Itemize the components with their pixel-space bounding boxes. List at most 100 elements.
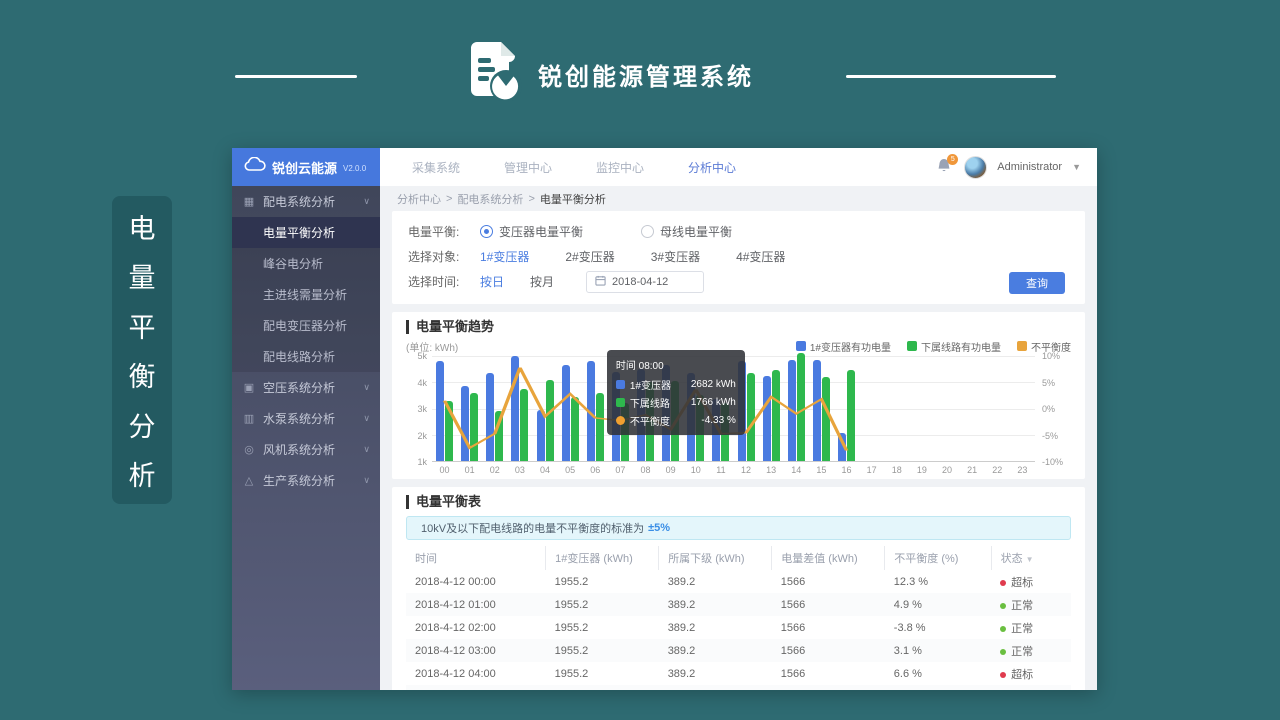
fan-icon: ◎ xyxy=(242,443,256,456)
object-chip-3#变压器[interactable]: 3#变压器 xyxy=(651,248,700,265)
nav-item-监控中心[interactable]: 监控中心 xyxy=(596,159,644,176)
sidebar-item-配电线路分析[interactable]: 配电线路分析 xyxy=(232,341,380,372)
nav-item-采集系统[interactable]: 采集系统 xyxy=(412,159,460,176)
time-mode-按月[interactable]: 按月 xyxy=(530,273,554,290)
table-card: 电量平衡表 10kV及以下配电线路的电量不平衡度的标准为 ±5% 时间1#变压器… xyxy=(392,487,1085,690)
time-mode-group: 按日 按月 xyxy=(480,273,580,290)
column-header-时间: 时间 xyxy=(406,546,546,570)
object-chip-2#变压器[interactable]: 2#变压器 xyxy=(565,248,614,265)
notice-text: 10kV及以下配电线路的电量不平衡度的标准为 xyxy=(421,520,644,536)
column-header-不平衡度 (%): 不平衡度 (%) xyxy=(885,546,991,570)
sidebar-group-空压系统分析[interactable]: ▣空压系统分析∨ xyxy=(232,372,380,403)
sidebar-group-水泵系统分析[interactable]: ▥水泵系统分析∨ xyxy=(232,403,380,434)
distribution-icon: ▦ xyxy=(242,195,256,208)
status-dot-icon xyxy=(1000,603,1006,609)
notice-value: ±5% xyxy=(648,522,670,534)
chart-plot-area[interactable]: 时间 08:00 1#变压器2682 kWh下属线路1766 kWh不平衡度-4… xyxy=(432,356,1035,462)
time-mode-按日[interactable]: 按日 xyxy=(480,273,504,290)
query-button[interactable]: 查询 xyxy=(1009,272,1065,294)
object-chip-1#变压器[interactable]: 1#变压器 xyxy=(480,248,529,265)
top-nav: 采集系统 管理中心 监控中心 分析中心 xyxy=(380,148,936,186)
chart-tooltip: 时间 08:00 1#变压器2682 kWh下属线路1766 kWh不平衡度-4… xyxy=(607,350,745,435)
table-row[interactable]: 2018-4-12 00:001955.2389.2156612.3 %超标 xyxy=(406,570,1071,593)
sidebar-group-配电系统分析[interactable]: ▦配电系统分析∨ xyxy=(232,186,380,217)
table-title: 电量平衡表 xyxy=(406,495,1071,509)
app-window: 锐创云能源 V2.0.0 采集系统管理中心监控中心分析中心 5 Administ… xyxy=(232,148,1097,690)
table-row[interactable]: 2018-4-12 02:001955.2389.21566-3.8 %正常 xyxy=(406,616,1071,639)
tooltip-row: 下属线路1766 kWh xyxy=(616,395,736,410)
table-row[interactable]: 2018-4-12 01:001955.2389.215664.9 %正常 xyxy=(406,593,1071,616)
sidebar-item-配电变压器分析[interactable]: 配电变压器分析 xyxy=(232,310,380,341)
breadcrumb-item: 电量平衡分析 xyxy=(540,191,606,207)
x-axis-labels: 0001020304050607080910111213141516171819… xyxy=(432,465,1035,475)
table-row[interactable]: 2018-4-12 05:001955.2389.215660.9 %正常 xyxy=(406,685,1071,690)
date-picker-input[interactable]: 2018-04-12 xyxy=(586,271,704,293)
notification-badge: 5 xyxy=(947,154,958,165)
breadcrumb-item[interactable]: 分析中心 xyxy=(397,191,441,207)
breadcrumb: 分析中心>配电系统分析>电量平衡分析 xyxy=(380,186,1097,211)
nav-item-管理中心[interactable]: 管理中心 xyxy=(504,159,552,176)
app-topbar: 锐创云能源 V2.0.0 采集系统 管理中心 监控中心 分析中心 5 Administ… xyxy=(232,148,1097,186)
sidebar-group-生产系统分析[interactable]: △生产系统分析∨ xyxy=(232,465,380,496)
column-header-所属下级 (kWh): 所属下级 (kWh) xyxy=(659,546,772,570)
object-select-label: 选择对象: xyxy=(408,248,480,265)
balance-table: 时间1#变压器 (kWh)所属下级 (kWh)电量差值 (kWh)不平衡度 (%… xyxy=(406,546,1071,690)
sidebar-group-风机系统分析[interactable]: ◎风机系统分析∨ xyxy=(232,434,380,465)
balance-type-radio-group: 变压器电量平衡 母线电量平衡 xyxy=(480,223,790,240)
status-label: 超标 xyxy=(1011,577,1033,589)
column-header-电量差值 (kWh): 电量差值 (kWh) xyxy=(772,546,885,570)
header-left-line xyxy=(235,75,357,78)
object-chip-4#变压器[interactable]: 4#变压器 xyxy=(736,248,785,265)
chevron-down-icon: ∨ xyxy=(363,382,370,393)
time-select-label: 选择时间: xyxy=(408,273,480,290)
chevron-down-icon: ∨ xyxy=(363,196,370,207)
table-row[interactable]: 2018-4-12 03:001955.2389.215663.1 %正常 xyxy=(406,639,1071,662)
chart-unit-label: (单位: kWh) xyxy=(406,339,458,354)
sidebar-menu: ▦配电系统分析∨电量平衡分析峰谷电分析主进线需量分析配电变压器分析配电线路分析▣… xyxy=(232,186,380,690)
table-header-row: 时间1#变压器 (kWh)所属下级 (kWh)电量差值 (kWh)不平衡度 (%… xyxy=(406,546,1071,570)
sidebar-item-电量平衡分析[interactable]: 电量平衡分析 xyxy=(232,217,380,248)
chevron-down-icon: ∨ xyxy=(363,413,370,424)
chevron-down-icon: ∨ xyxy=(363,444,370,455)
radio-母线电量平衡[interactable]: 母线电量平衡 xyxy=(641,223,732,240)
column-header-1#变压器 (kWh): 1#变压器 (kWh) xyxy=(546,546,659,570)
page-header: 锐创能源管理系统 xyxy=(0,42,1280,112)
nav-item-分析中心[interactable]: 分析中心 xyxy=(688,159,736,176)
status-dot-icon xyxy=(1000,580,1006,586)
compressor-icon: ▣ xyxy=(242,381,256,394)
brand-name: 锐创云能源 xyxy=(272,158,337,177)
breadcrumb-item[interactable]: 配电系统分析 xyxy=(457,191,523,207)
right-axis-labels: 10%5%0%-5%-10% xyxy=(1035,356,1071,462)
pump-icon: ▥ xyxy=(242,412,256,425)
left-axis-labels: 5k4k3k2k1k xyxy=(406,356,432,462)
user-avatar[interactable] xyxy=(964,156,987,179)
topbar-right: 5 Administrator ▼ xyxy=(936,148,1097,186)
column-header-状态[interactable]: 状态▼ xyxy=(991,546,1071,570)
sidebar-item-主进线需量分析[interactable]: 主进线需量分析 xyxy=(232,279,380,310)
table-body: 2018-4-12 00:001955.2389.2156612.3 %超标20… xyxy=(406,570,1071,690)
status-label: 正常 xyxy=(1011,600,1033,612)
table-row[interactable]: 2018-4-12 04:001955.2389.215666.6 %超标 xyxy=(406,662,1071,685)
main-content: 分析中心>配电系统分析>电量平衡分析 电量平衡: 变压器电量平衡 母线电量平衡 选… xyxy=(380,186,1097,690)
tooltip-row: 不平衡度-4.33 % xyxy=(616,413,736,428)
radio-变压器电量平衡[interactable]: 变压器电量平衡 xyxy=(480,223,583,240)
status-label: 正常 xyxy=(1011,646,1033,658)
sidebar-item-峰谷电分析[interactable]: 峰谷电分析 xyxy=(232,248,380,279)
user-menu-caret-icon[interactable]: ▼ xyxy=(1072,162,1081,172)
tooltip-time: 时间 08:00 xyxy=(616,357,736,372)
balance-type-label: 电量平衡: xyxy=(408,223,480,240)
calendar-icon xyxy=(595,275,606,289)
legend-item-下属线路有功电量[interactable]: 下属线路有功电量 xyxy=(907,339,1001,354)
brand-version: V2.0.0 xyxy=(343,164,366,173)
filter-panel: 电量平衡: 变压器电量平衡 母线电量平衡 选择对象: 1#变压器 2#变压器 3#变压… xyxy=(392,211,1085,304)
notification-bell-icon[interactable]: 5 xyxy=(936,157,954,177)
legend-item-1#变压器有功电量[interactable]: 1#变压器有功电量 xyxy=(796,339,891,354)
vertical-topic-tag: 电量平衡分析 xyxy=(112,196,172,504)
status-label: 正常 xyxy=(1011,623,1033,635)
chevron-down-icon: ∨ xyxy=(363,475,370,486)
filter-caret-icon[interactable]: ▼ xyxy=(1026,555,1034,564)
date-value: 2018-04-12 xyxy=(612,276,668,288)
status-dot-icon xyxy=(1000,672,1006,678)
app-logo[interactable]: 锐创云能源 V2.0.0 xyxy=(232,148,380,186)
page-title: 锐创能源管理系统 xyxy=(538,57,754,92)
